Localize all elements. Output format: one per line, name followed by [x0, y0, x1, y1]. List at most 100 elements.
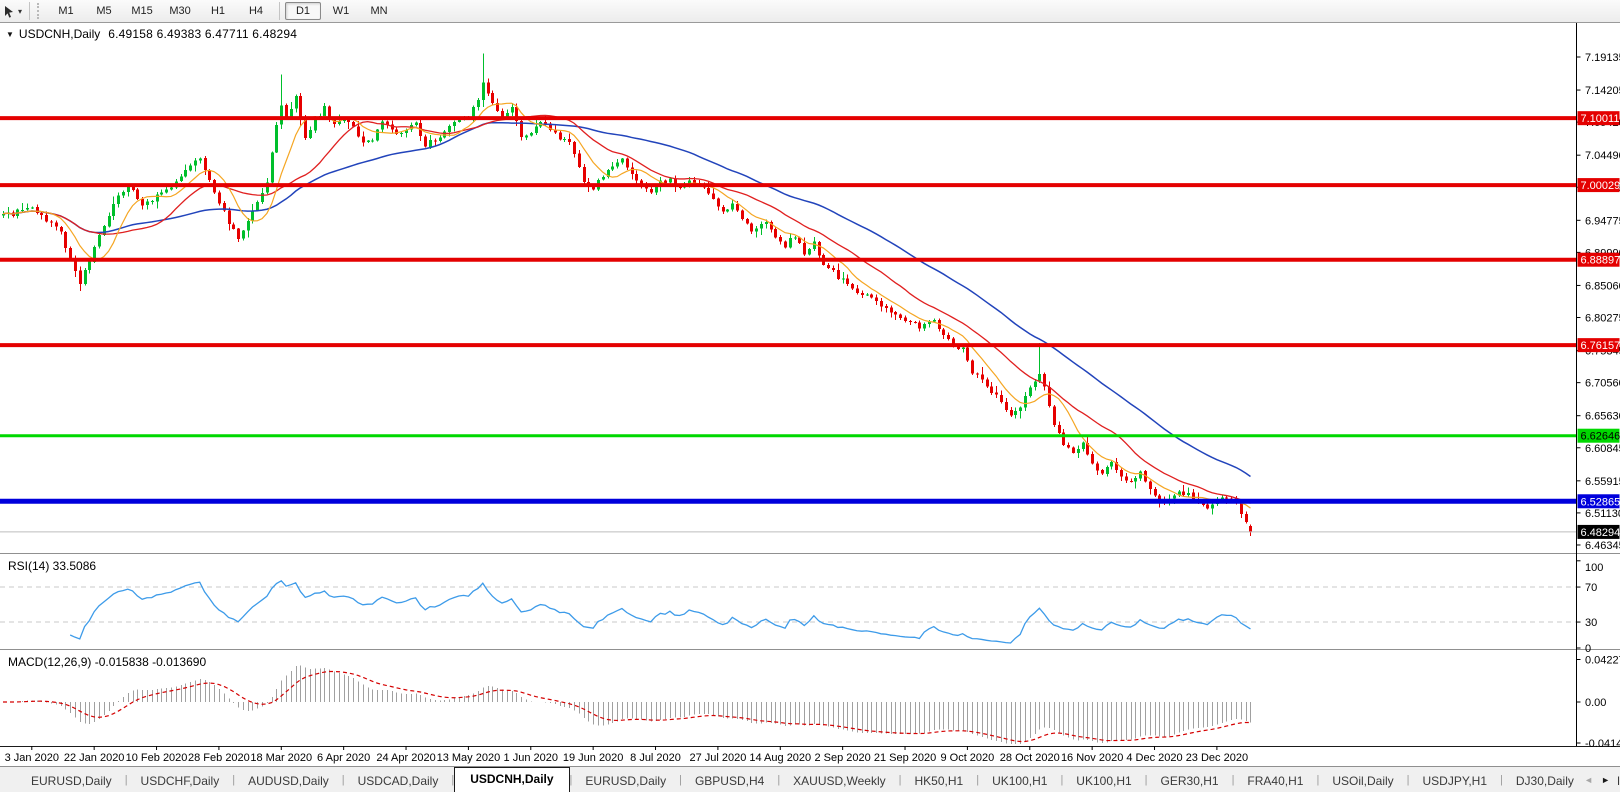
- svg-text:22 Jan 2020: 22 Jan 2020: [64, 752, 125, 764]
- svg-text:7.19135: 7.19135: [1585, 52, 1620, 64]
- svg-text:6.46345: 6.46345: [1585, 540, 1620, 552]
- time-axis-line: [0, 746, 1620, 747]
- svg-text:3 Jan 2020: 3 Jan 2020: [5, 752, 59, 764]
- svg-text:6.88897: 6.88897: [1581, 255, 1620, 267]
- chart-area[interactable]: 7.191357.142057.094207.044906.997056.947…: [0, 23, 1620, 766]
- svg-text:6.51130: 6.51130: [1585, 508, 1620, 520]
- svg-text:18 Mar 2020: 18 Mar 2020: [250, 752, 312, 764]
- svg-text:7.10011: 7.10011: [1581, 113, 1620, 125]
- svg-text:28 Feb 2020: 28 Feb 2020: [188, 752, 250, 764]
- svg-text:28 Oct 2020: 28 Oct 2020: [1000, 752, 1060, 764]
- svg-text:4 Dec 2020: 4 Dec 2020: [1126, 752, 1182, 764]
- toolbar-grip-handle[interactable]: [37, 3, 44, 19]
- svg-text:0.042275: 0.042275: [1585, 655, 1620, 667]
- cursor-tool-button[interactable]: ▾: [0, 5, 25, 18]
- macd-histogram: [8, 665, 1251, 744]
- chart-tab-gbpusd-h4[interactable]: GBPUSD,H4: [682, 770, 777, 792]
- chevron-down-icon: ▾: [18, 6, 23, 16]
- panel-separator[interactable]: [0, 649, 1620, 650]
- chart-tab-usdjpy-h1[interactable]: USDJPY,H1: [1410, 770, 1500, 792]
- panel-separator[interactable]: [0, 650, 1620, 651]
- chart-tab-uk100-h1[interactable]: UK100,H1: [979, 770, 1060, 792]
- tab-scroll-right-icon[interactable]: ►: [1601, 775, 1610, 785]
- candlesticks: [2, 53, 1252, 536]
- svg-text:19 Jun 2020: 19 Jun 2020: [563, 752, 624, 764]
- chart-title: ▼ USDCNH,Daily 6.49158 6.49383 6.47711 6…: [6, 27, 297, 41]
- cursor-tool-icon: [5, 5, 13, 18]
- svg-text:6.62646: 6.62646: [1581, 431, 1620, 443]
- time-axis-labels: 3 Jan 2020 22 Jan 2020 10 Feb 2020 28 Feb 2…: [5, 746, 1248, 764]
- svg-text:6.52865: 6.52865: [1581, 496, 1620, 508]
- svg-text:23 Dec 2020: 23 Dec 2020: [1186, 752, 1248, 764]
- timeframe-button-m1[interactable]: M1: [48, 2, 84, 20]
- tab-scroll-left-icon[interactable]: ◄: [1584, 775, 1593, 785]
- timeframe-button-m15[interactable]: M15: [124, 2, 160, 20]
- svg-text:21 Sep 2020: 21 Sep 2020: [874, 752, 936, 764]
- svg-text:6.48294: 6.48294: [1581, 527, 1620, 539]
- chart-tab-usoil-daily[interactable]: USOil,Daily: [1319, 770, 1406, 792]
- chart-tabbar: EURUSD,Daily | USDCHF,Daily | AUDUSD,Daily | U…: [0, 766, 1620, 792]
- collapse-triangle-icon[interactable]: ▼: [6, 30, 14, 39]
- timeframe-button-m30[interactable]: M30: [162, 2, 198, 20]
- timeframe-button-mn[interactable]: MN: [361, 2, 397, 20]
- chart-tab-usdcnh-daily[interactable]: USDCNH,Daily: [454, 767, 570, 792]
- chart-tabs: EURUSD,Daily | USDCHF,Daily | AUDUSD,Daily | U…: [0, 767, 1620, 792]
- timeframe-button-h1[interactable]: H1: [200, 2, 236, 20]
- svg-text:30: 30: [1585, 617, 1597, 629]
- timeframe-toolbar: ▾ M1 M5 M15 M30 H1 H4 D1 W1 MN: [0, 0, 1620, 23]
- svg-text:6.94775: 6.94775: [1585, 215, 1620, 227]
- svg-text:1 Jun 2020: 1 Jun 2020: [504, 752, 558, 764]
- timeframe-buttons: M1 M5 M15 M30 H1 H4 D1 W1 MN: [47, 2, 398, 20]
- chart-tab-audusd-daily[interactable]: AUDUSD,Daily: [235, 770, 342, 792]
- chart-tab-dj30-daily[interactable]: DJ30,Daily: [1503, 770, 1587, 792]
- chart-tab-usdchf-daily[interactable]: USDCHF,Daily: [128, 770, 233, 792]
- svg-text:6.70560: 6.70560: [1585, 378, 1620, 390]
- timeframe-button-d1[interactable]: D1: [285, 2, 322, 20]
- ma-slow-line: [2, 121, 1251, 478]
- chart-tab-ger30-h1[interactable]: GER30,H1: [1148, 770, 1232, 792]
- svg-text:6.65630: 6.65630: [1585, 411, 1620, 423]
- price-axis-labels: 7.191357.142057.094207.044906.997056.947…: [1576, 52, 1620, 750]
- svg-text:14 Aug 2020: 14 Aug 2020: [749, 752, 811, 764]
- svg-text:27 Jul 2020: 27 Jul 2020: [689, 752, 746, 764]
- price-chart-canvas[interactable]: 7.191357.142057.094207.044906.997056.947…: [0, 23, 1620, 766]
- toolbar-separator: [279, 2, 281, 20]
- chart-ohlc-values: 6.49158 6.49383 6.47711 6.48294: [108, 27, 298, 41]
- toolbar-separator: [29, 2, 31, 20]
- svg-text:6.60845: 6.60845: [1585, 443, 1620, 455]
- chart-tab-uk100-h1[interactable]: UK100,H1: [1063, 770, 1144, 792]
- svg-text:10 Feb 2020: 10 Feb 2020: [126, 752, 188, 764]
- chart-tab-xauusd-weekly[interactable]: XAUUSD,Weekly: [780, 770, 898, 792]
- svg-text:24 Apr 2020: 24 Apr 2020: [376, 752, 435, 764]
- svg-text:6.76157: 6.76157: [1581, 340, 1620, 352]
- trading-terminal-window: ▾ M1M5M15M30H1H4 D1W1MN 7.19135 7.14205 7.0…: [0, 0, 1620, 792]
- svg-text:7.04490: 7.04490: [1585, 150, 1620, 162]
- rsi-indicator-label: RSI(14) 33.5086: [8, 559, 97, 573]
- panel-separator[interactable]: [0, 554, 1620, 555]
- svg-text:8 Jul 2020: 8 Jul 2020: [630, 752, 681, 764]
- chart-tab-hk50-h1[interactable]: HK50,H1: [902, 770, 977, 792]
- svg-text:0.00: 0.00: [1585, 697, 1606, 709]
- panel-separator[interactable]: [0, 553, 1620, 554]
- svg-text:13 May 2020: 13 May 2020: [437, 752, 501, 764]
- timeframe-button-w1[interactable]: W1: [323, 2, 359, 20]
- chart-tab-fra40-h1[interactable]: FRA40,H1: [1234, 770, 1316, 792]
- svg-text:2 Sep 2020: 2 Sep 2020: [815, 752, 871, 764]
- rsi-line: [69, 579, 1251, 644]
- svg-text:7.00029: 7.00029: [1581, 180, 1620, 192]
- svg-text:9 Oct 2020: 9 Oct 2020: [940, 752, 994, 764]
- svg-text:6.80275: 6.80275: [1585, 313, 1620, 325]
- svg-text:0: 0: [1585, 643, 1591, 655]
- chart-symbol-label: USDCNH,Daily: [18, 27, 101, 41]
- chart-tab-usdcad-daily[interactable]: USDCAD,Daily: [345, 770, 452, 792]
- svg-text:-0.04148: -0.04148: [1585, 738, 1620, 750]
- chart-tab-eurusd-daily[interactable]: EURUSD,Daily: [18, 770, 125, 792]
- timeframe-button-h4[interactable]: H4: [238, 2, 274, 20]
- chart-tab-eurusd-daily[interactable]: EURUSD,Daily: [572, 770, 679, 792]
- timeframe-button-m5[interactable]: M5: [86, 2, 122, 20]
- macd-indicator-label: MACD(12,26,9) -0.015838 -0.013690: [8, 655, 207, 669]
- svg-text:70: 70: [1585, 582, 1597, 594]
- svg-text:100: 100: [1585, 562, 1603, 574]
- svg-text:6 Apr 2020: 6 Apr 2020: [317, 752, 370, 764]
- svg-text:6.55915: 6.55915: [1585, 476, 1620, 488]
